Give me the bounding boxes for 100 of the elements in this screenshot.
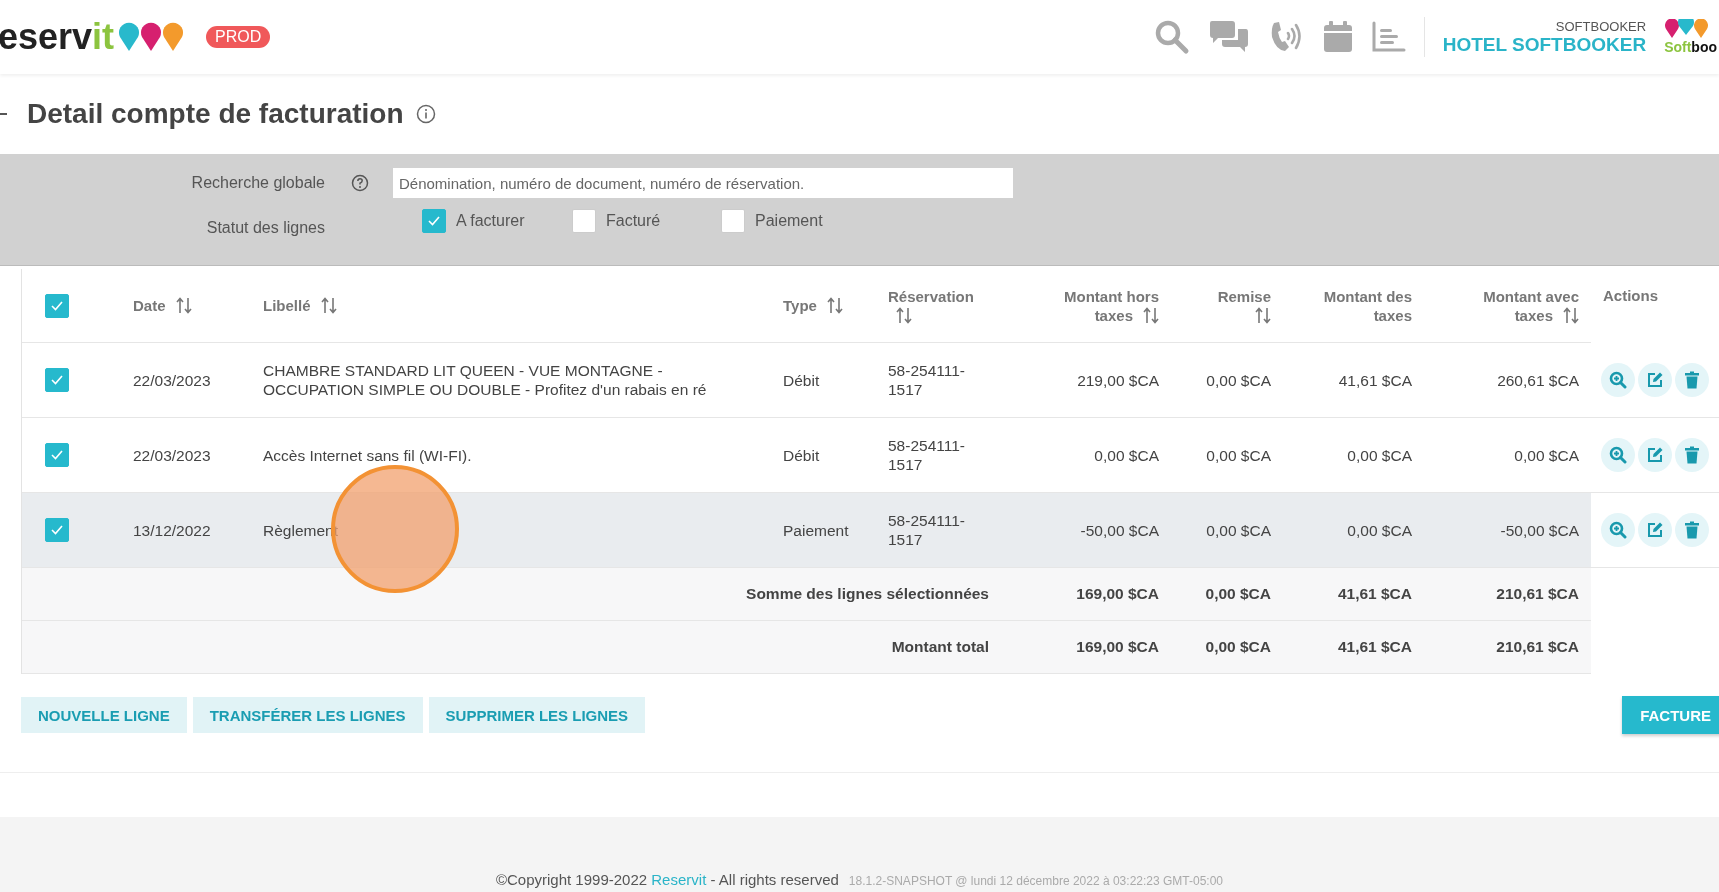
zoom-in-icon xyxy=(1609,521,1627,539)
search-field[interactable]: Dénomination, numéro de document, numéro de réservation. xyxy=(393,168,1013,198)
view-button[interactable] xyxy=(1601,513,1635,547)
partner-logo: Softboo xyxy=(1664,19,1717,55)
row-checkbox[interactable] xyxy=(44,368,69,392)
table-cell: 0,00 $CA xyxy=(1094,445,1159,465)
check-icon xyxy=(49,448,64,462)
table-cell: 260,61 $CA xyxy=(1497,370,1579,390)
total-value: 210,61 $CA xyxy=(1496,585,1579,603)
trash-icon xyxy=(1684,371,1700,389)
select-all-checkbox[interactable] xyxy=(44,293,69,318)
sort-icon[interactable] xyxy=(1143,306,1159,324)
zoom-in-icon xyxy=(1609,371,1627,389)
column-header[interactable]: Libellé xyxy=(263,296,337,315)
row-checkbox[interactable] xyxy=(44,443,69,467)
total-value: 41,61 $CA xyxy=(1337,585,1412,603)
zoom-in-icon xyxy=(1609,446,1627,464)
delete-button[interactable] xyxy=(1675,513,1709,547)
column-header[interactable]: Montant avec taxes xyxy=(1469,286,1579,325)
row-checkbox[interactable] xyxy=(44,518,69,542)
check-icon xyxy=(427,214,441,228)
edit-icon xyxy=(1646,521,1664,539)
table-cell: 0,00 $CA xyxy=(1347,445,1412,465)
table-cell: Accès Internet sans fil (WI-FI). xyxy=(263,445,472,465)
version-text: 18.1.2-SNAPSHOT @ lundi 12 décembre 2022 à 03:22:23 GMT-05:00 xyxy=(848,874,1224,888)
copyright-text: ©Copyright 1999-2022 Reservit - All rights reserved xyxy=(495,871,839,888)
column-header[interactable]: Montant hors taxes xyxy=(1049,286,1159,325)
column-header[interactable]: Date xyxy=(133,296,192,315)
help-icon[interactable] xyxy=(351,174,369,192)
column-header[interactable]: Type xyxy=(783,296,843,315)
reservit-link[interactable]: Reservit xyxy=(651,871,707,888)
view-button[interactable] xyxy=(1601,438,1635,472)
map-pins-icon xyxy=(118,22,185,52)
check-icon xyxy=(49,523,64,537)
trash-icon xyxy=(1684,521,1700,539)
sort-icon[interactable] xyxy=(826,297,843,314)
total-value: 169,00 $CA xyxy=(1076,585,1159,603)
chart-icon[interactable] xyxy=(1371,21,1406,53)
sort-icon[interactable] xyxy=(896,306,912,324)
view-button[interactable] xyxy=(1601,363,1635,397)
delete-button[interactable] xyxy=(1675,438,1709,472)
checkbox-label: Facturé xyxy=(606,212,661,230)
total-label: Somme des lignes sélectionnées xyxy=(746,585,989,603)
checkbox[interactable] xyxy=(721,209,745,233)
sort-icon[interactable] xyxy=(1563,306,1579,324)
table-cell: 0,00 $CA xyxy=(1514,445,1579,465)
table-cell: 22/03/2023 xyxy=(133,445,211,465)
table-cell: Paiement xyxy=(783,520,849,540)
search-label: Recherche globale xyxy=(190,174,325,192)
sort-icon[interactable] xyxy=(1255,306,1271,324)
table-cell-text: CHAMBRE STANDARD LIT QUEEN - VUE MONTAGNE - OCCUPATION SIMPLE OU DOUBLE - Profitez d'un rabais en ré xyxy=(263,361,708,399)
column-header[interactable]: Montant des taxes xyxy=(1295,286,1412,325)
table-cell: 22/03/2023 xyxy=(133,370,211,390)
table-cell-text: 58-254111-1517 xyxy=(888,511,966,549)
search-icon[interactable] xyxy=(1153,19,1190,55)
total-value: 210,61 $CA xyxy=(1496,638,1579,656)
checkbox-label: Paiement xyxy=(755,212,823,230)
table-cell: -50,00 $CA xyxy=(1500,520,1579,540)
delete-button[interactable] xyxy=(1675,363,1709,397)
column-header[interactable]: Actions xyxy=(1603,286,1658,305)
table-cell: 41,61 $CA xyxy=(1338,370,1412,390)
edit-icon xyxy=(1646,446,1664,464)
action-button[interactable]: TRANSFÉRER LES LIGNES xyxy=(192,697,423,733)
page-title: Detail compte de facturation xyxy=(27,98,404,130)
table-cell: 0,00 $CA xyxy=(1206,370,1271,390)
hotel-name[interactable]: HOTEL SOFTBOOKER xyxy=(1442,33,1647,56)
info-icon[interactable] xyxy=(415,104,436,124)
account-label: SOFTBOOKER xyxy=(1555,18,1647,34)
table-cell: 0,00 $CA xyxy=(1206,520,1271,540)
sort-icon[interactable] xyxy=(320,297,337,314)
table-cell: Débit xyxy=(783,445,820,465)
table-cell: Débit xyxy=(783,370,820,390)
table-cell-text: 58-254111-1517 xyxy=(888,361,966,399)
column-header[interactable]: Remise xyxy=(1216,286,1271,325)
action-button[interactable]: SUPPRIMER LES LIGNES xyxy=(428,697,646,733)
column-header[interactable]: Réservation xyxy=(888,286,978,325)
brand-logo: eservit xyxy=(0,16,115,58)
check-icon xyxy=(49,373,64,387)
calendar-icon[interactable] xyxy=(1321,20,1354,54)
checkbox[interactable] xyxy=(422,209,446,233)
table-cell: 219,00 $CA xyxy=(1077,370,1159,390)
sort-icon[interactable] xyxy=(175,297,192,314)
table-cell: -50,00 $CA xyxy=(1080,520,1159,540)
trash-icon xyxy=(1684,446,1700,464)
table-cell: 13/12/2022 xyxy=(133,520,211,540)
table-cell: 0,00 $CA xyxy=(1347,520,1412,540)
total-value: 169,00 $CA xyxy=(1076,638,1159,656)
table-cell-text: 58-254111-1517 xyxy=(888,436,966,474)
invoice-button[interactable]: FACTURE xyxy=(1622,696,1719,734)
edit-button[interactable] xyxy=(1638,438,1672,472)
total-value: 41,61 $CA xyxy=(1337,638,1412,656)
table-cell: 0,00 $CA xyxy=(1206,445,1271,465)
checkbox[interactable] xyxy=(572,209,596,233)
total-label: Montant total xyxy=(891,638,989,656)
total-value: 0,00 $CA xyxy=(1205,638,1271,656)
edit-button[interactable] xyxy=(1638,513,1672,547)
environment-badge: PROD xyxy=(206,26,271,48)
edit-button[interactable] xyxy=(1638,363,1672,397)
action-button[interactable]: NOUVELLE LIGNE xyxy=(21,697,187,733)
chat-icon[interactable] xyxy=(1207,20,1250,54)
